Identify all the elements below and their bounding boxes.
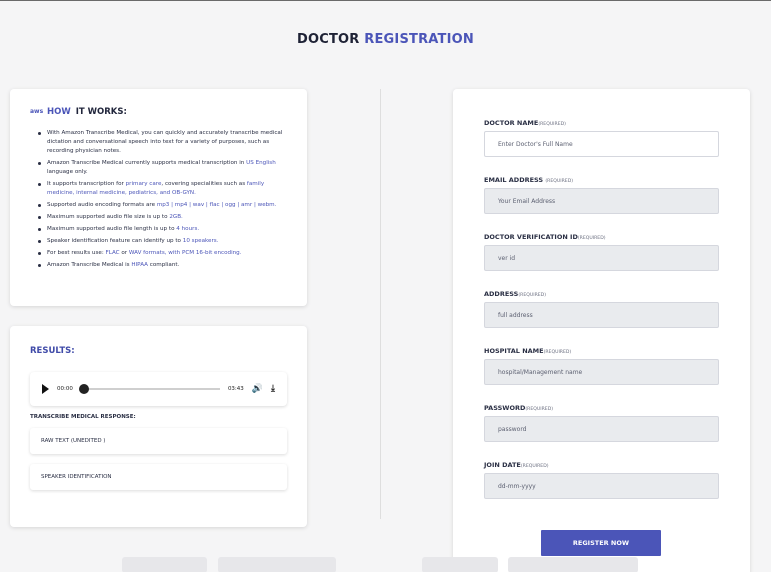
list-item: Amazon Transcribe Medical currently supp…: [38, 159, 287, 177]
list-item: It supports transcription for primary ca…: [38, 180, 287, 198]
vertical-divider: [380, 89, 381, 519]
hospital-name-input[interactable]: [484, 359, 719, 385]
overlay-toolbar-ghost: [422, 557, 498, 572]
password-label: PASSWORD(REQUIRED): [484, 404, 554, 412]
list-item: Maximum supported audio file length is u…: [38, 225, 287, 234]
how-it-works-list: With Amazon Transcribe Medical, you can …: [30, 129, 287, 270]
join-date-input[interactable]: [484, 473, 719, 499]
raw-text-box[interactable]: RAW TEXT (UNEDITED ): [30, 428, 287, 454]
duration: 03:43: [227, 386, 244, 392]
list-item: Supported audio encoding formats are mp3…: [38, 201, 287, 210]
how-it-works-card: aws HOW IT WORKS: With Amazon Transcribe…: [10, 89, 307, 306]
how-title-part1: HOW: [47, 107, 71, 117]
overlay-toolbar-ghost: [218, 557, 336, 572]
audio-player: 00:00 03:43 🔊 ⤓: [30, 372, 287, 406]
aws-icon: aws: [30, 108, 44, 115]
results-title: RESULTS:: [30, 346, 75, 356]
join-date-label: JOIN DATE(REQUIRED): [484, 461, 549, 469]
audio-progress-track[interactable]: [78, 384, 220, 394]
address-input[interactable]: [484, 302, 719, 328]
audio-progress-knob[interactable]: [78, 384, 89, 394]
doctor-name-label: DOCTOR NAME(REQUIRED): [484, 119, 566, 127]
list-item: Speaker identification feature can ident…: [38, 237, 287, 246]
doctor-name-input[interactable]: [484, 131, 719, 157]
page-title-part1: DOCTOR: [297, 32, 360, 47]
password-input[interactable]: [484, 416, 719, 442]
list-item: Amazon Transcribe Medical is HIPAA compl…: [38, 261, 287, 270]
hospital-name-label: HOSPITAL NAME(REQUIRED): [484, 347, 572, 355]
page-title: DOCTOR REGISTRATION: [0, 32, 771, 47]
volume-icon[interactable]: 🔊: [252, 384, 263, 394]
email-label: EMAIL ADDRESS (REQUIRED): [484, 176, 574, 184]
address-label: ADDRESS(REQUIRED): [484, 290, 546, 298]
registration-form: DOCTOR NAME(REQUIRED) EMAIL ADDRESS (REQ…: [453, 89, 750, 572]
download-icon[interactable]: ⤓: [271, 384, 275, 394]
overlay-toolbar-ghost: [122, 557, 207, 572]
list-item: With Amazon Transcribe Medical, you can …: [38, 129, 287, 156]
how-it-works-header: aws HOW IT WORKS:: [30, 107, 287, 117]
transcribe-response-label: TRANSCRIBE MEDICAL RESPONSE:: [30, 414, 136, 420]
list-item: For best results use: FLAC or WAV format…: [38, 249, 287, 258]
register-now-button[interactable]: REGISTER NOW: [541, 530, 661, 556]
overlay-toolbar-ghost: [508, 557, 638, 572]
email-input[interactable]: [484, 188, 719, 214]
results-card: RESULTS: 00:00 03:43 🔊 ⤓ TRANSCRIBE MEDI…: [10, 326, 307, 527]
how-title-part2: IT WORKS:: [75, 107, 127, 117]
verification-id-input[interactable]: [484, 245, 719, 271]
list-item: Maximum supported audio file size is up …: [38, 213, 287, 222]
speaker-identification-box[interactable]: SPEAKER IDENTIFICATION: [30, 464, 287, 490]
page-title-part2: REGISTRATION: [364, 32, 474, 47]
current-time: 00:00: [57, 386, 73, 392]
verification-id-label: DOCTOR VERIFICATION ID(REQUIRED): [484, 233, 606, 241]
play-icon[interactable]: [42, 384, 49, 394]
